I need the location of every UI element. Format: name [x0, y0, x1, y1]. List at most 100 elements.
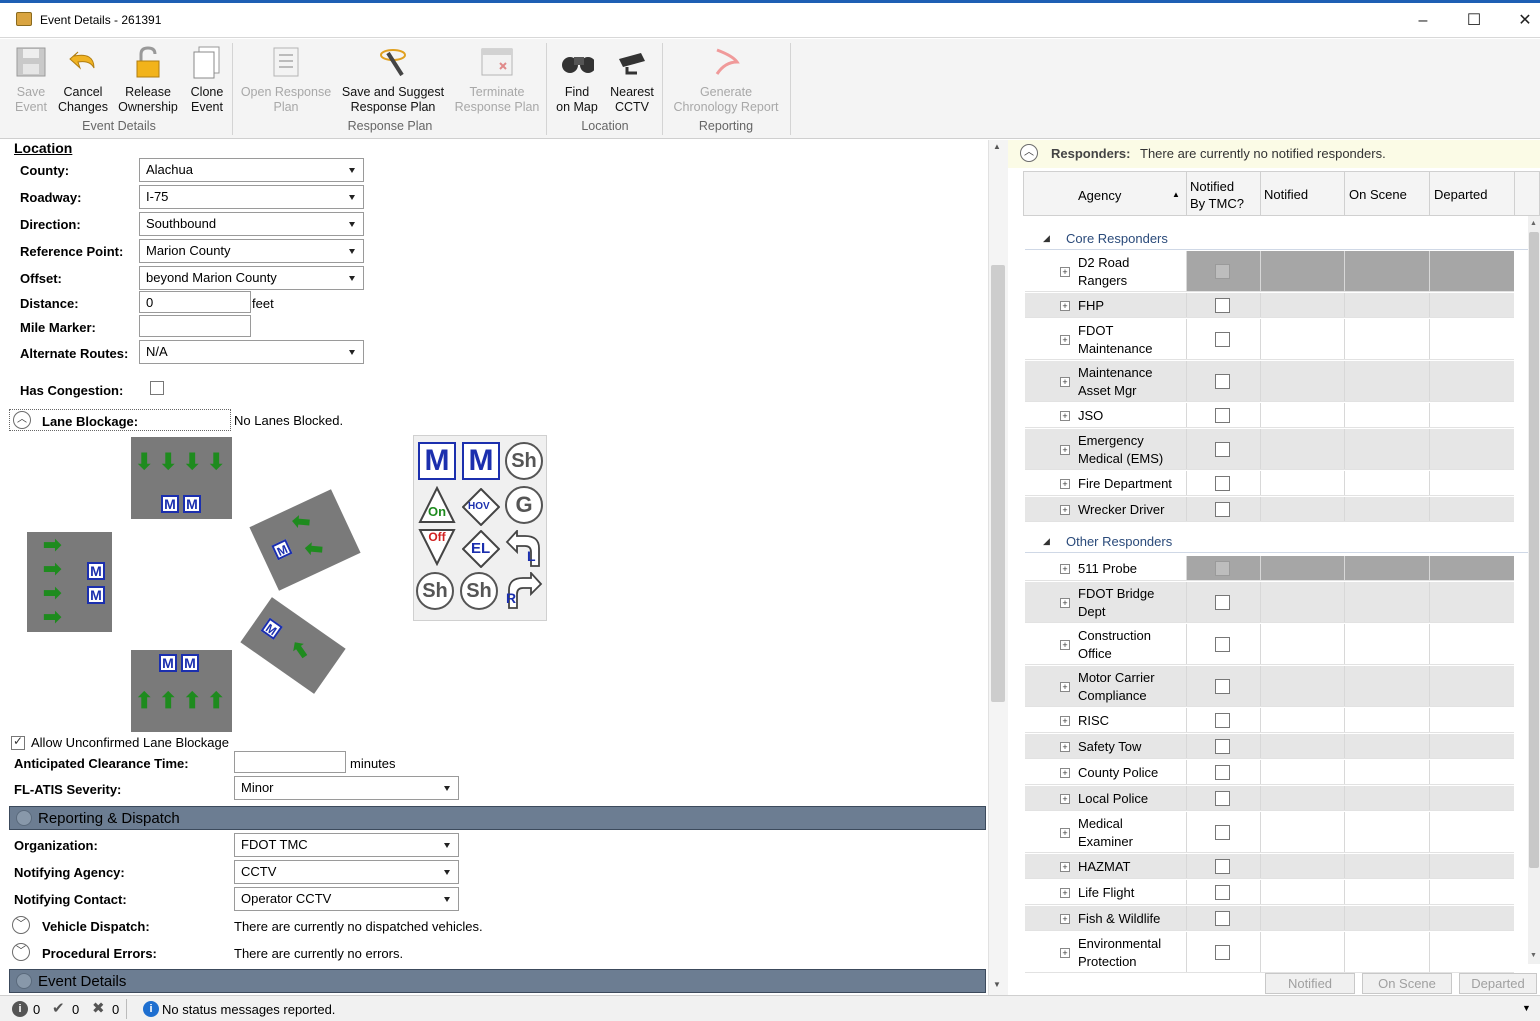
road-northbound[interactable]: M M ⬆ ⬆ ⬆ ⬆ — [131, 650, 232, 732]
expand-row-icon[interactable]: + — [1060, 410, 1070, 421]
responder-row[interactable]: + Life Flight — [1025, 880, 1514, 905]
notified-by-tmc-checkbox[interactable] — [1215, 885, 1230, 900]
road-eastbound[interactable]: ➡ ➡ ➡ ➡ M M — [27, 532, 112, 632]
scroll-up-icon[interactable]: ▲ — [993, 142, 1001, 151]
terminate-response-plan-button[interactable]: Terminate Response Plan — [452, 45, 542, 115]
notified-by-tmc-checkbox[interactable] — [1215, 637, 1230, 652]
expand-row-icon[interactable]: + — [1060, 681, 1070, 692]
expand-row-icon[interactable]: + — [1060, 639, 1070, 650]
county-dropdown[interactable]: Alachua — [139, 158, 364, 182]
notified-by-tmc-checkbox[interactable] — [1215, 911, 1230, 926]
notified-by-tmc-checkbox[interactable] — [1215, 298, 1230, 313]
open-response-plan-button[interactable]: Open Response Plan — [238, 45, 334, 115]
lane-blockage-toggle[interactable]: ︿ Lane Blockage: — [9, 409, 231, 431]
expand-row-icon[interactable]: + — [1060, 300, 1070, 311]
responder-row[interactable]: + Fire Department — [1025, 471, 1514, 496]
notified-by-tmc-checkbox[interactable] — [1215, 859, 1230, 874]
scroll-down-icon[interactable]: ▼ — [1530, 952, 1537, 959]
core-responders-group[interactable]: ◢ Core Responders — [1025, 228, 1528, 250]
departed-button[interactable]: Departed — [1459, 973, 1537, 994]
scrollbar-thumb[interactable] — [1529, 232, 1539, 868]
expand-row-icon[interactable]: + — [1060, 767, 1070, 778]
expand-row-icon[interactable]: + — [1060, 478, 1070, 489]
off-ramp-icon[interactable]: Off — [418, 528, 456, 566]
responder-row[interactable]: + Fish & Wildlife — [1025, 906, 1514, 931]
responder-row[interactable]: + FDOT Bridge Dept — [1025, 582, 1514, 623]
organization-dropdown[interactable]: FDOT TMC — [234, 833, 459, 857]
responder-row[interactable]: + Safety Tow — [1025, 734, 1514, 759]
responder-row[interactable]: + Emergency Medical (EMS) — [1025, 429, 1514, 470]
mile-marker-input[interactable] — [139, 315, 251, 337]
has-congestion-checkbox[interactable] — [150, 381, 164, 395]
expand-row-icon[interactable]: + — [1060, 793, 1070, 804]
expand-row-icon[interactable]: + — [1060, 913, 1070, 924]
notified-by-tmc-checkbox[interactable] — [1215, 442, 1230, 457]
responder-row[interactable]: + Medical Examiner — [1025, 812, 1514, 853]
reporting-dispatch-section-header[interactable]: Reporting & Dispatch — [9, 806, 986, 830]
clone-event-button[interactable]: Clone Event — [186, 45, 228, 115]
collapse-chevron-icon[interactable]: ︿ — [1020, 144, 1038, 162]
expand-row-icon[interactable]: + — [1060, 597, 1070, 608]
responder-row[interactable]: + Motor Carrier Compliance — [1025, 666, 1514, 707]
expand-row-icon[interactable]: + — [1060, 334, 1070, 345]
direction-dropdown[interactable]: Southbound — [139, 212, 364, 236]
road-southbound[interactable]: ⬇ ⬇ ⬇ ⬇ M M — [131, 437, 232, 519]
managed-lane-icon[interactable]: M — [418, 442, 456, 480]
expand-row-icon[interactable]: + — [1060, 504, 1070, 515]
scroll-up-icon[interactable]: ▲ — [1530, 220, 1537, 227]
responder-row[interactable]: + Construction Office — [1025, 624, 1514, 665]
expand-chevron-icon[interactable]: ﹀ — [12, 916, 30, 934]
responder-row[interactable]: + County Police — [1025, 760, 1514, 785]
generate-chronology-report-button[interactable]: Generate Chronology Report — [668, 45, 784, 115]
column-departed[interactable]: Departed — [1434, 187, 1487, 202]
responder-row[interactable]: + D2 Road Rangers — [1025, 251, 1514, 292]
alternate-routes-dropdown[interactable]: N/A — [139, 340, 364, 364]
responder-row[interactable]: + Environmental Protection — [1025, 932, 1514, 973]
hov-lane-icon[interactable]: HOV — [462, 488, 500, 526]
general-lane-icon[interactable]: G — [505, 486, 543, 524]
expand-row-icon[interactable]: + — [1060, 827, 1070, 838]
expand-row-icon[interactable]: + — [1060, 563, 1070, 574]
notified-by-tmc-checkbox[interactable] — [1215, 791, 1230, 806]
on-ramp-icon[interactable]: On — [418, 486, 456, 524]
responder-row[interactable]: + JSO — [1025, 403, 1514, 428]
clearance-time-input[interactable] — [234, 751, 346, 773]
roadway-dropdown[interactable]: I-75 — [139, 185, 364, 209]
cancel-changes-button[interactable]: Cancel Changes — [56, 45, 110, 115]
notified-by-tmc-checkbox[interactable] — [1215, 408, 1230, 423]
notifying-agency-dropdown[interactable]: CCTV — [234, 860, 459, 884]
release-ownership-button[interactable]: Release Ownership — [114, 45, 182, 115]
notified-by-tmc-checkbox[interactable] — [1215, 713, 1230, 728]
notified-button[interactable]: Notified — [1265, 973, 1355, 994]
nearest-cctv-button[interactable]: Nearest CCTV — [606, 45, 658, 115]
column-notified-by-tmc[interactable]: Notified By TMC? — [1190, 178, 1244, 212]
notifying-contact-dropdown[interactable]: Operator CCTV — [234, 887, 459, 911]
reference-point-dropdown[interactable]: Marion County — [139, 239, 364, 263]
scrollbar-thumb[interactable] — [991, 265, 1005, 702]
notified-by-tmc-checkbox[interactable] — [1215, 332, 1230, 347]
grid-scrollbar[interactable]: ▲ ▼ — [1528, 216, 1540, 964]
expand-row-icon[interactable]: + — [1060, 444, 1070, 455]
notified-by-tmc-checkbox[interactable] — [1215, 374, 1230, 389]
allow-unconfirmed-checkbox[interactable] — [11, 734, 25, 750]
event-details-section-header[interactable]: Event Details — [9, 969, 986, 993]
notified-by-tmc-checkbox[interactable] — [1215, 561, 1230, 576]
responder-row[interactable]: + Maintenance Asset Mgr — [1025, 361, 1514, 402]
expand-row-icon[interactable]: + — [1060, 266, 1070, 277]
other-responders-group[interactable]: ◢ Other Responders — [1025, 531, 1528, 553]
managed-lane-icon[interactable]: M — [462, 442, 500, 480]
save-event-button[interactable]: Save Event — [12, 45, 50, 115]
close-button[interactable]: ✕ — [1505, 7, 1540, 35]
responder-row[interactable]: + HAZMAT — [1025, 854, 1514, 879]
left-turn-lane-icon[interactable]: L — [505, 530, 543, 568]
expand-row-icon[interactable]: + — [1060, 715, 1070, 726]
expand-row-icon[interactable]: + — [1060, 741, 1070, 752]
expand-chevron-icon[interactable]: ﹀ — [12, 943, 30, 961]
responder-row[interactable]: + FHP — [1025, 293, 1514, 318]
maximize-button[interactable]: ☐ — [1454, 7, 1494, 35]
notified-by-tmc-checkbox[interactable] — [1215, 945, 1230, 960]
expand-row-icon[interactable]: + — [1060, 861, 1070, 872]
find-on-map-button[interactable]: Find on Map — [552, 45, 602, 115]
expand-row-icon[interactable]: + — [1060, 947, 1070, 958]
shoulder-icon[interactable]: Sh — [416, 572, 454, 610]
